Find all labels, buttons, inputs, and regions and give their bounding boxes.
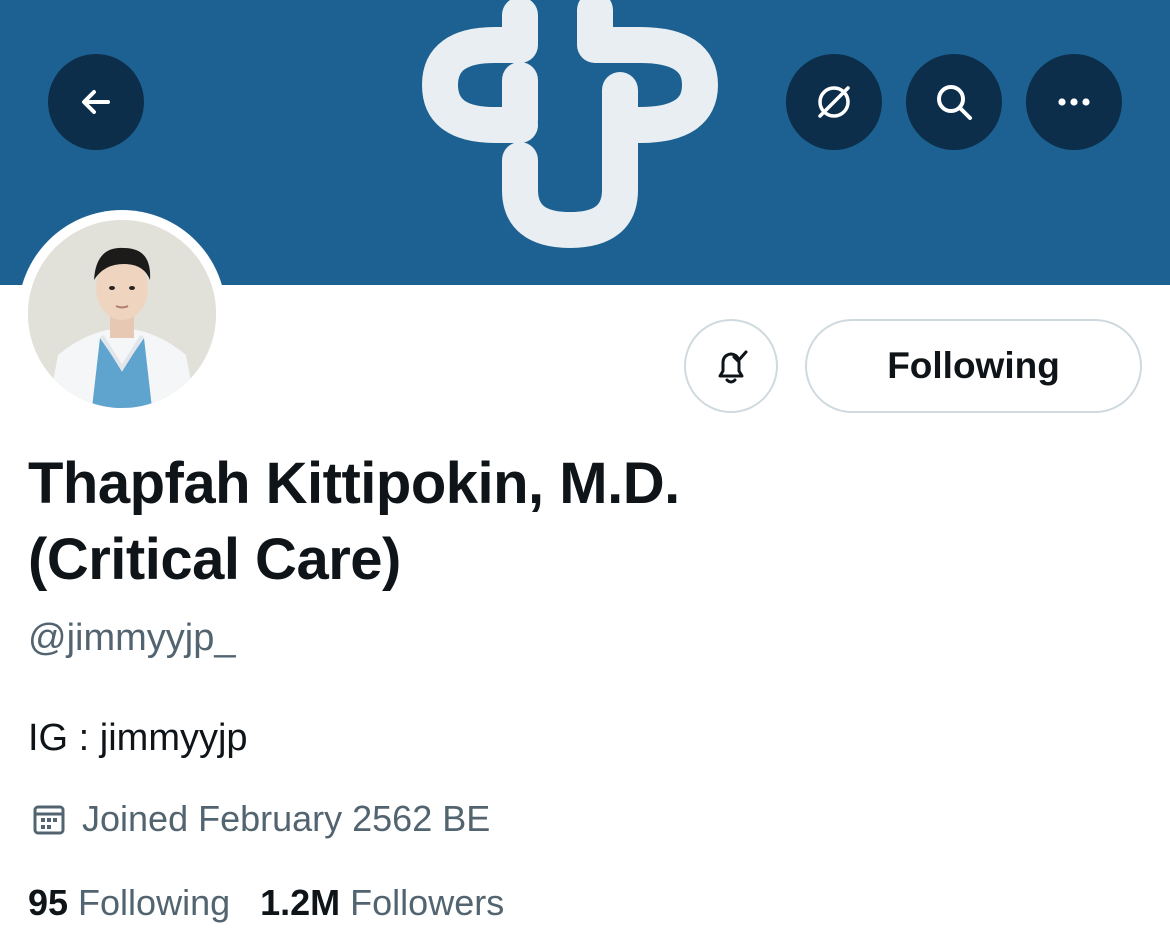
follow-stats: 95 Following 1.2M Followers: [28, 880, 534, 926]
following-label: Following: [78, 882, 231, 923]
following-count-link[interactable]: 95 Following: [28, 880, 230, 926]
search-button[interactable]: [906, 54, 1002, 150]
translate-button[interactable]: [786, 54, 882, 150]
avatar-photo: [28, 220, 216, 408]
search-icon: [937, 85, 972, 120]
more-horizontal-icon: [1058, 98, 1090, 106]
more-button[interactable]: [1026, 54, 1122, 150]
followers-label: Followers: [350, 882, 505, 923]
display-name-line-2: (Critical Care): [28, 527, 401, 592]
following-count: 95: [28, 882, 69, 923]
notifications-button[interactable]: [684, 319, 778, 413]
back-button[interactable]: [48, 54, 144, 150]
arrow-left-icon: [82, 90, 110, 114]
followers-count-link[interactable]: 1.2M Followers: [260, 880, 504, 926]
joined-date: Joined February 2562 BE: [30, 796, 490, 842]
display-name: Thapfah Kittipokin, M.D. (Critical Care): [28, 446, 1028, 598]
globe-slash-icon: [818, 86, 850, 118]
bio: IG : jimmyyjp: [28, 717, 248, 759]
user-handle: @jimmyyjp_: [28, 617, 236, 659]
avatar[interactable]: [28, 220, 216, 408]
following-button[interactable]: Following: [805, 319, 1142, 413]
followers-count: 1.2M: [260, 882, 341, 923]
display-name-line-1: Thapfah Kittipokin, M.D.: [28, 451, 680, 516]
calendar-icon: [33, 805, 65, 835]
joined-text: Joined February 2562 BE: [82, 798, 491, 839]
banner-logo: [422, 0, 718, 248]
bell-check-icon: [718, 350, 748, 384]
